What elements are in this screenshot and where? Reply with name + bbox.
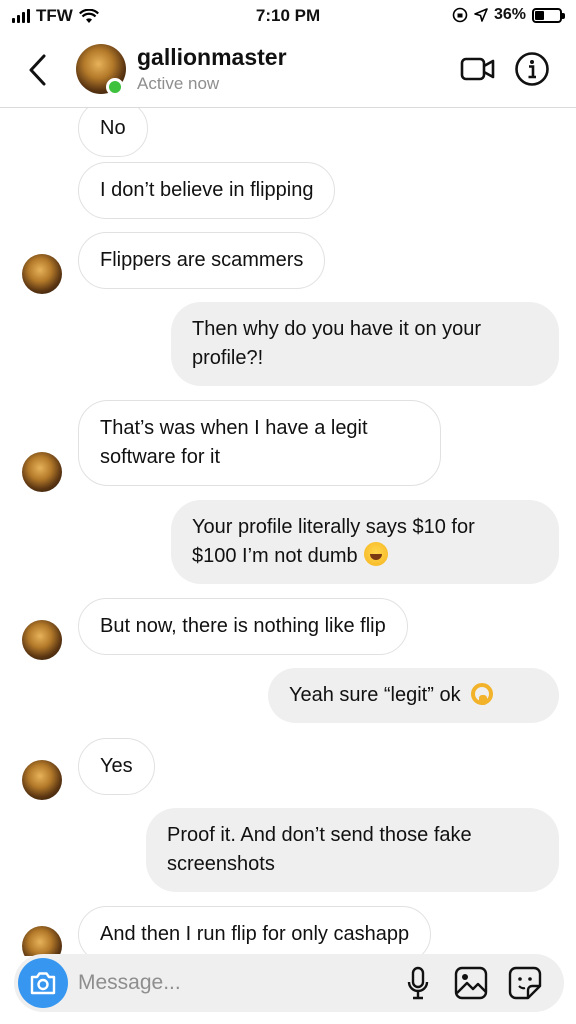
message-outgoing[interactable]: Your profile literally says $10 for $100…: [171, 500, 559, 584]
video-camera-icon[interactable]: [460, 54, 496, 84]
message-text: No: [100, 117, 126, 139]
face-with-tears-of-joy-icon: [363, 542, 388, 566]
message-incoming[interactable]: I don’t believe in flipping: [78, 162, 336, 219]
battery-icon: [532, 7, 565, 23]
message-text-line: That’s was when I have a legit: [100, 417, 368, 439]
message-thread[interactable]: No I don’t believe in flipping Flippers …: [0, 108, 576, 956]
orientation-lock-icon: [452, 7, 468, 23]
chat-header: gallionmaster Active now: [0, 32, 576, 108]
username[interactable]: gallionmaster: [137, 44, 287, 71]
status-bar: TFW 7:10 PM 36%: [0, 0, 576, 32]
info-icon[interactable]: [514, 51, 550, 87]
message-input[interactable]: [78, 968, 378, 998]
sender-avatar[interactable]: [22, 620, 62, 660]
message-text: Yeah sure “legit” ok: [289, 684, 461, 706]
message-incoming[interactable]: And then I run flip for only cashapp: [78, 906, 432, 956]
microphone-icon[interactable]: [406, 966, 430, 1002]
message-text-line: Proof it. And don’t send those fake: [167, 824, 472, 846]
message-outgoing[interactable]: Then why do you have it on your profile?…: [171, 302, 559, 386]
camera-button[interactable]: [18, 958, 68, 1008]
message-incoming[interactable]: That’s was when I have a legit software …: [78, 400, 441, 486]
message-text: And then I run flip for only cashapp: [100, 923, 410, 945]
ok-hand-icon: [467, 681, 493, 705]
sender-avatar[interactable]: [22, 926, 62, 956]
sender-avatar[interactable]: [22, 452, 62, 492]
status-right: 36%: [452, 6, 565, 24]
online-indicator: [106, 78, 124, 96]
sticker-icon[interactable]: [508, 966, 542, 1000]
back-chevron-icon[interactable]: [22, 50, 52, 90]
message-text-line: $100 I’m not dumb: [192, 542, 538, 571]
message-text: Flippers are scammers: [100, 249, 304, 271]
message-text: $100 I’m not dumb: [192, 545, 358, 567]
sender-avatar[interactable]: [22, 760, 62, 800]
message-text-line: Your profile literally says $10 for: [192, 516, 475, 538]
battery-fill: [535, 10, 544, 20]
message-incoming[interactable]: Flippers are scammers: [78, 232, 326, 289]
battery-percent: 36%: [493, 6, 526, 23]
location-icon: [474, 8, 488, 22]
message-text: Yes: [100, 755, 133, 777]
active-status: Active now: [137, 74, 220, 93]
message-outgoing[interactable]: Yeah sure “legit” ok: [268, 668, 559, 723]
message-text: But now, there is nothing like flip: [100, 615, 386, 637]
message-outgoing[interactable]: Proof it. And don’t send those fake scre…: [146, 808, 559, 892]
gallery-icon[interactable]: [454, 966, 488, 1000]
message-text-line: screenshots: [167, 853, 275, 875]
message-text-line: software for it: [100, 446, 221, 468]
message-incoming[interactable]: No: [78, 108, 148, 157]
sender-avatar[interactable]: [22, 254, 62, 294]
message-composer: [14, 954, 564, 1012]
message-incoming[interactable]: Yes: [78, 738, 155, 795]
camera-icon: [30, 972, 56, 995]
message-text: I don’t believe in flipping: [100, 179, 314, 201]
message-text-line: Then why do you have it on your: [192, 318, 482, 340]
message-text-line: profile?!: [192, 347, 264, 369]
message-incoming[interactable]: But now, there is nothing like flip: [78, 598, 408, 655]
